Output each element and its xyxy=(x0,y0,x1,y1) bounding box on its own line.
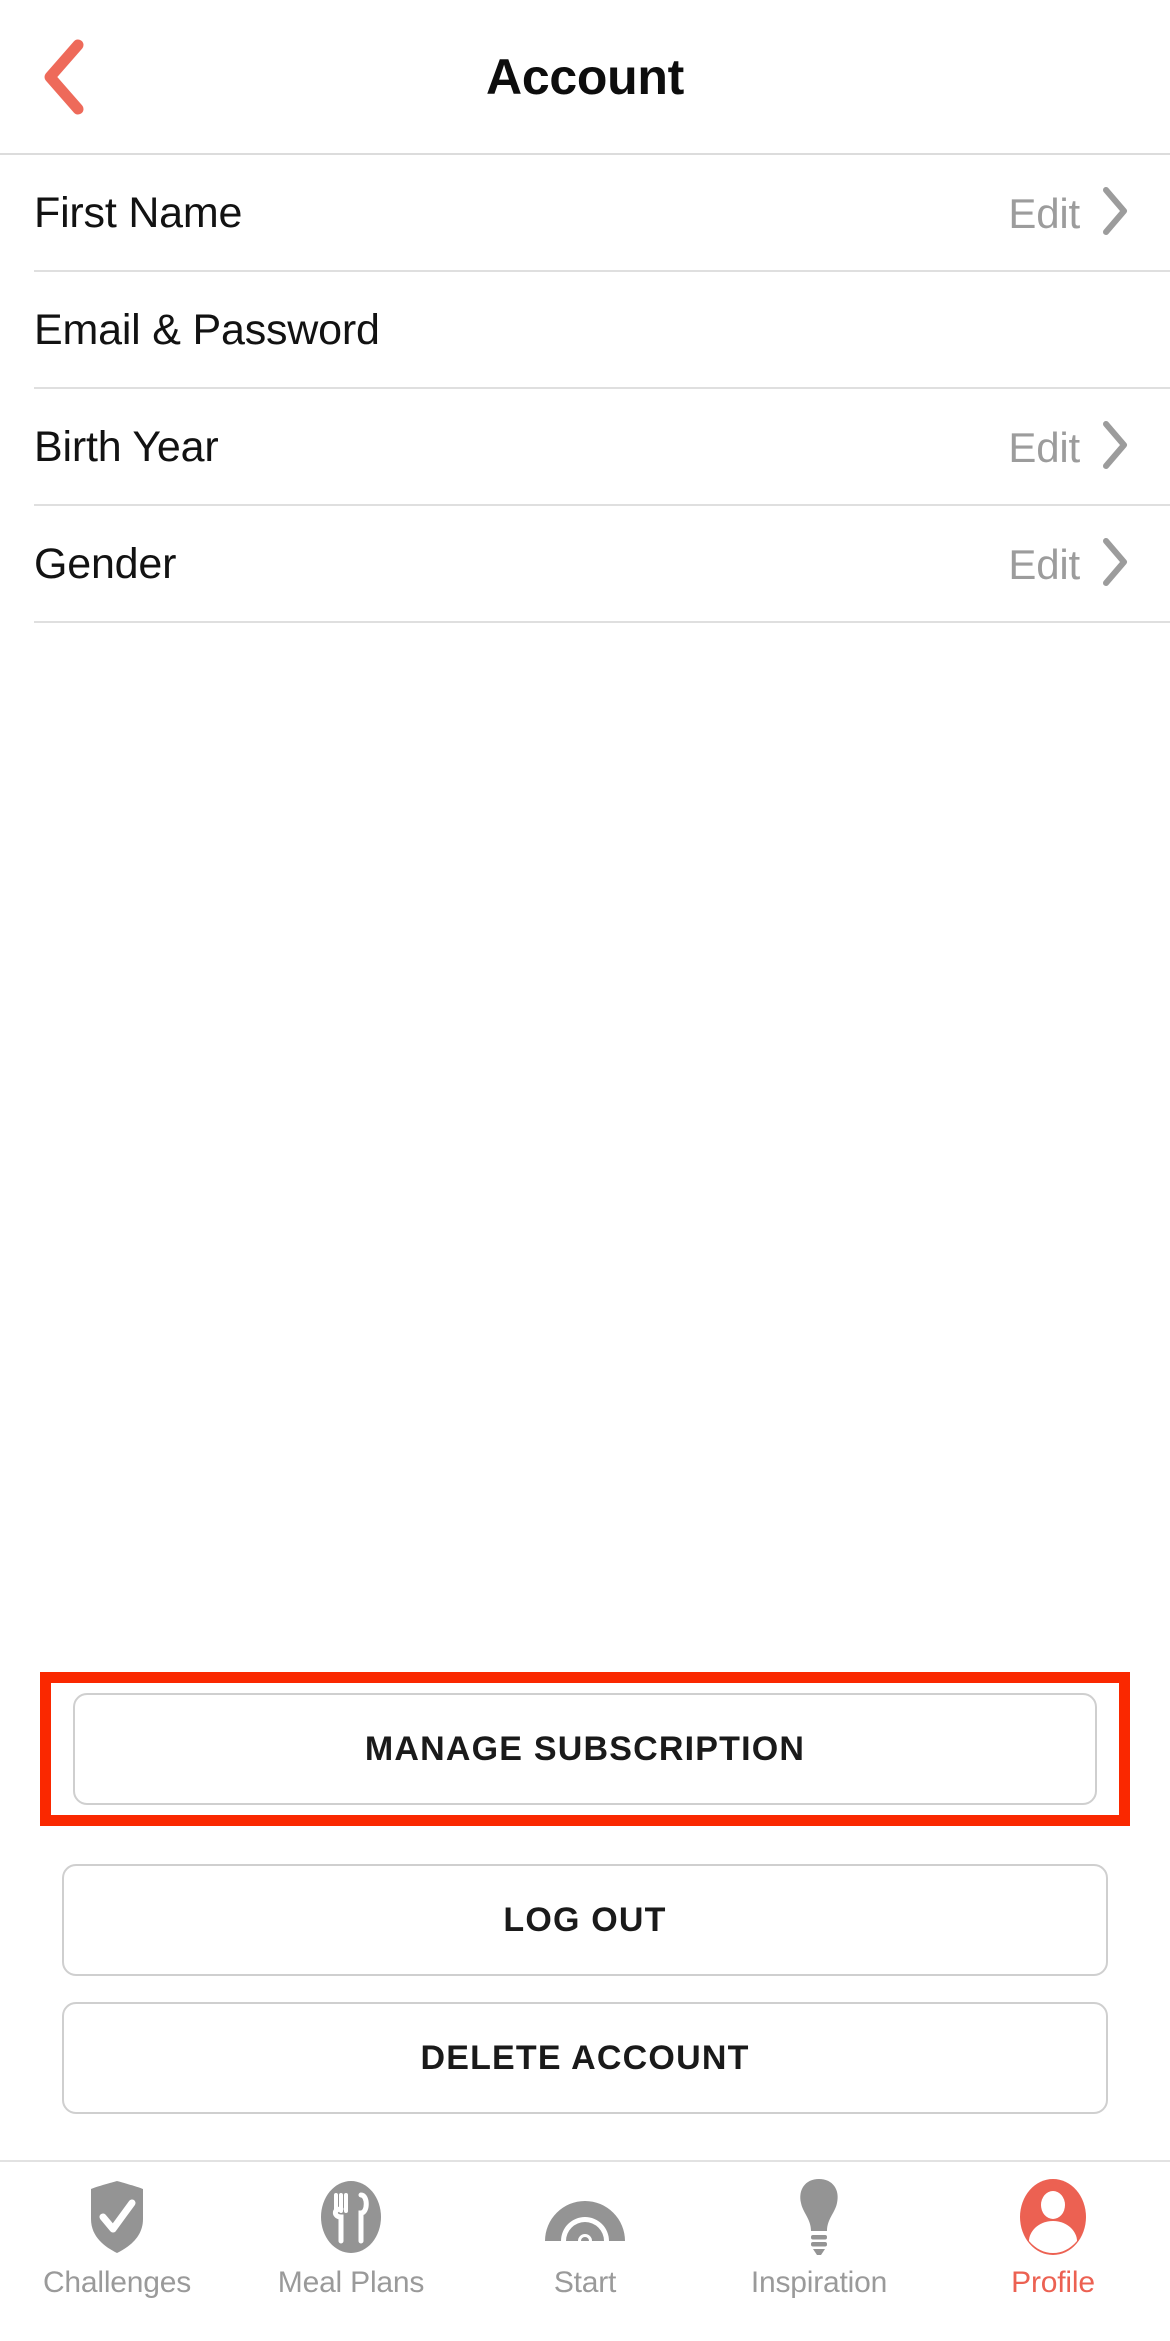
account-actions: MANAGE SUBSCRIPTION LOG OUT DELETE ACCOU… xyxy=(0,1672,1170,2160)
tab-label: Inspiration xyxy=(750,2266,888,2299)
tab-label: Profile xyxy=(1011,2266,1095,2299)
button-gap xyxy=(0,1976,1170,2002)
button-gap xyxy=(0,1838,1170,1864)
tab-label: Meal Plans xyxy=(277,2266,425,2299)
account-screen: Account First Name Edit Email & Password… xyxy=(0,0,1170,2341)
navigation-header: Account xyxy=(0,0,1170,155)
bottom-tab-bar: Challenges Meal Plans Start Inspiration … xyxy=(0,2160,1170,2341)
fork-knife-icon xyxy=(319,2178,383,2256)
account-settings-list: First Name Edit Email & Password Birth Y… xyxy=(0,155,1170,623)
back-button[interactable] xyxy=(18,32,108,122)
account-row-email-password[interactable]: Email & Password xyxy=(0,272,1170,389)
row-action[interactable]: Edit xyxy=(1008,536,1136,593)
account-row-birth-year[interactable]: Birth Year Edit xyxy=(0,389,1170,506)
tab-start[interactable]: Start xyxy=(468,2178,702,2298)
row-label: Gender xyxy=(34,539,177,588)
row-action[interactable]: Edit xyxy=(1008,419,1136,476)
tab-label: Start xyxy=(553,2266,617,2299)
tab-inspiration[interactable]: Inspiration xyxy=(702,2178,936,2298)
tab-meal-plans[interactable]: Meal Plans xyxy=(234,2178,468,2298)
shield-check-icon xyxy=(83,2178,151,2256)
manage-subscription-highlight: MANAGE SUBSCRIPTION xyxy=(40,1672,1130,1826)
row-label: Birth Year xyxy=(34,422,219,471)
page-title: Account xyxy=(486,48,684,105)
tab-label: Challenges xyxy=(42,2266,192,2299)
edit-link[interactable]: Edit xyxy=(1008,541,1080,589)
chevron-right-icon xyxy=(1100,419,1130,476)
chevron-right-icon xyxy=(1100,536,1130,593)
edit-link[interactable]: Edit xyxy=(1008,190,1080,238)
manage-subscription-button[interactable]: MANAGE SUBSCRIPTION xyxy=(73,1693,1097,1805)
row-label: First Name xyxy=(34,188,243,237)
delete-account-wrap: DELETE ACCOUNT xyxy=(0,2002,1170,2114)
log-out-button[interactable]: LOG OUT xyxy=(62,1864,1108,1976)
arches-icon xyxy=(541,2178,629,2256)
row-action[interactable]: Edit xyxy=(1008,185,1136,242)
account-row-first-name[interactable]: First Name Edit xyxy=(0,155,1170,272)
row-label: Email & Password xyxy=(34,305,380,354)
person-circle-icon xyxy=(1018,2178,1088,2256)
account-row-gender[interactable]: Gender Edit xyxy=(0,506,1170,623)
delete-account-button[interactable]: DELETE ACCOUNT xyxy=(62,2002,1108,2114)
log-out-wrap: LOG OUT xyxy=(0,1864,1170,1976)
tab-profile[interactable]: Profile xyxy=(936,2178,1170,2298)
chevron-right-icon xyxy=(1100,185,1130,242)
edit-link[interactable]: Edit xyxy=(1008,424,1080,472)
chevron-left-icon xyxy=(40,39,86,115)
lightbulb-icon xyxy=(792,2178,846,2256)
tab-challenges[interactable]: Challenges xyxy=(0,2178,234,2298)
